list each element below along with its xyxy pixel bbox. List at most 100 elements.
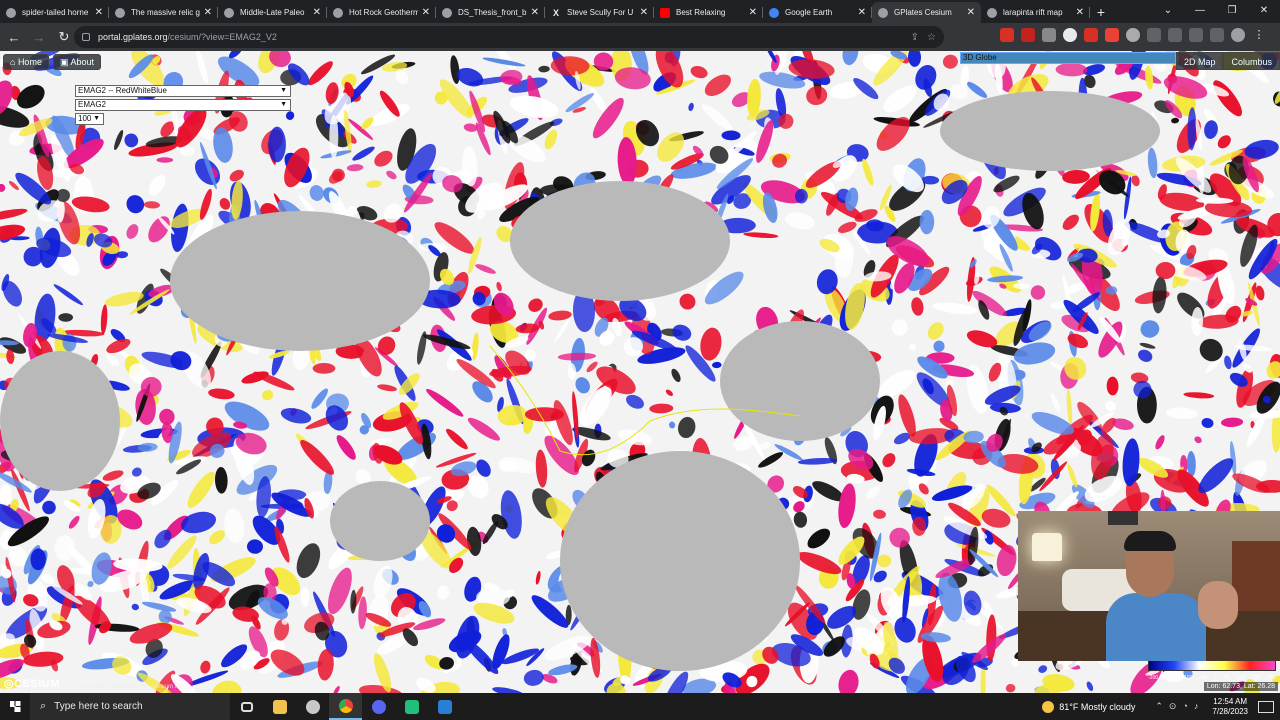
close-window-button[interactable]: ✕ bbox=[1248, 0, 1280, 22]
start-button[interactable] bbox=[0, 693, 30, 720]
globe-icon bbox=[6, 7, 16, 18]
new-tab-button[interactable]: + bbox=[1090, 2, 1112, 23]
tab-title: larapinta rift map bbox=[1003, 8, 1063, 17]
tab-close-icon[interactable]: ✕ bbox=[95, 7, 103, 18]
extension-circle-icon[interactable] bbox=[1063, 28, 1077, 42]
home-button[interactable]: ⌂ Home bbox=[3, 54, 49, 70]
taskbar-pinned-apps bbox=[230, 693, 461, 720]
reading-list-icon[interactable] bbox=[1189, 28, 1203, 42]
about-label: About bbox=[70, 57, 94, 67]
colormap-select[interactable]: EMAG2 -- RedWhiteBlue ▼ bbox=[75, 85, 291, 97]
address-bar[interactable]: portal.gplates.org/cesium/?view=EMAG2_V2… bbox=[74, 26, 944, 48]
tab-1[interactable]: The massive relic g ✕ bbox=[109, 2, 218, 23]
extension-tp-icon[interactable] bbox=[1105, 28, 1119, 42]
mode-button-2d-map[interactable]: 2D Map bbox=[1175, 52, 1224, 70]
legend-tick: 200 bbox=[1267, 675, 1276, 681]
opacity-value: 100 bbox=[78, 114, 92, 123]
tab-7[interactable]: Google Earth ✕ bbox=[763, 2, 872, 23]
legend-tick: 50 bbox=[1223, 675, 1230, 681]
cesium-map-viewport[interactable]: ⌂ Home ▣ About 3D Globe 2D Map Columbus EM… bbox=[0, 51, 1280, 693]
tray-icons[interactable]: ⌃⊙◔♪ bbox=[1155, 701, 1204, 712]
extension-lastpass-icon[interactable] bbox=[1021, 28, 1035, 42]
tab-8[interactable]: GPlates Cesium ✕ bbox=[872, 2, 981, 23]
home-label: Home bbox=[17, 57, 42, 67]
reload-button[interactable]: ↻ bbox=[53, 29, 75, 45]
layer-select[interactable]: EMAG2 ▼ bbox=[75, 99, 291, 111]
webcam-person-hair bbox=[1124, 531, 1176, 551]
taskbar-search-box[interactable]: ⌕ Type here to search bbox=[30, 693, 230, 720]
back-button[interactable]: ← bbox=[3, 30, 25, 45]
extension-pv-icon[interactable] bbox=[1147, 28, 1161, 42]
tab-search-icon[interactable]: ⌄ bbox=[1152, 0, 1184, 22]
tab-0[interactable]: spider-tailed horne ✕ bbox=[0, 2, 109, 23]
weather-text: 81°F Mostly cloudy bbox=[1059, 701, 1136, 712]
extensions-bar: ⋮ bbox=[1000, 28, 1266, 42]
tab-close-icon[interactable]: ✕ bbox=[313, 7, 321, 18]
tab-close-icon[interactable]: ✕ bbox=[1076, 7, 1084, 18]
file-explorer-icon[interactable] bbox=[263, 693, 296, 720]
extension-dot-icon[interactable] bbox=[1126, 28, 1140, 42]
legend-tick: -100 bbox=[1182, 675, 1193, 681]
windows-logo-icon bbox=[9, 701, 21, 712]
tab-close-icon[interactable]: ✕ bbox=[858, 7, 866, 18]
tab-3[interactable]: Hot Rock Geotherm ✕ bbox=[327, 2, 436, 23]
tab-title: Steve Scully For U bbox=[567, 8, 634, 17]
forward-button[interactable]: → bbox=[28, 30, 50, 45]
google-earth-icon bbox=[769, 7, 779, 18]
legend-tick: -150 bbox=[1165, 675, 1176, 681]
cesium-logo[interactable]: ◎CESIUM bbox=[4, 677, 60, 690]
tab-close-icon[interactable]: ✕ bbox=[204, 7, 212, 18]
layer-controls: EMAG2 -- RedWhiteBlue ▼ EMAG2 ▼ 100 ▼ bbox=[75, 85, 291, 127]
weather-widget[interactable]: 81°F Mostly cloudy bbox=[1042, 700, 1136, 713]
profile-avatar[interactable] bbox=[1231, 28, 1245, 42]
tab-close-icon[interactable]: ✕ bbox=[749, 7, 757, 18]
tab-title: DS_Thesis_front_b bbox=[458, 8, 527, 17]
tab-title: Google Earth bbox=[785, 8, 833, 17]
tab-close-icon[interactable]: ✕ bbox=[422, 7, 430, 18]
task-view-icon[interactable] bbox=[230, 693, 263, 720]
maximize-button[interactable]: ❐ bbox=[1216, 0, 1248, 22]
tab-close-icon[interactable]: ✕ bbox=[531, 7, 539, 18]
discord-icon[interactable] bbox=[362, 693, 395, 720]
extension-red-icon[interactable] bbox=[1000, 28, 1014, 42]
tab-6[interactable]: Best Relaxing ✕ bbox=[654, 2, 763, 23]
globe-icon bbox=[442, 7, 452, 18]
extensions-puzzle-icon[interactable] bbox=[1168, 28, 1182, 42]
share-icon[interactable]: ⇪ bbox=[911, 32, 919, 43]
opacity-select[interactable]: 100 ▼ bbox=[75, 113, 104, 125]
tab-2[interactable]: Middle-Late Paleo ✕ bbox=[218, 2, 327, 23]
search-icon: ⌕ bbox=[40, 700, 47, 712]
tab-5[interactable]: X Steve Scully For U ✕ bbox=[545, 2, 654, 23]
windows-taskbar: ⌕ Type here to search 81°F Mostly cloudy… bbox=[0, 693, 1280, 720]
mode-button-3d-globe[interactable]: 3D Globe bbox=[959, 52, 1176, 64]
tab-9[interactable]: larapinta rift map ✕ bbox=[981, 2, 1090, 23]
menu-kebab-icon[interactable]: ⋮ bbox=[1252, 28, 1266, 42]
tab-4[interactable]: DS_Thesis_front_b ✕ bbox=[436, 2, 545, 23]
clock-date: 7/28/2023 bbox=[1212, 706, 1248, 716]
tab-list: spider-tailed horne ✕ The massive relic g ✕… bbox=[0, 2, 1090, 23]
about-button[interactable]: ▣ About bbox=[52, 54, 101, 70]
tab-close-icon[interactable]: ✕ bbox=[967, 7, 975, 18]
tab-title: Middle-Late Paleo bbox=[240, 8, 305, 17]
minimize-button[interactable]: — bbox=[1184, 0, 1216, 22]
taskbar-clock[interactable]: 12:54 AM 7/28/2023 bbox=[1212, 697, 1248, 717]
webcam-dresser bbox=[1232, 541, 1280, 611]
notification-icon[interactable] bbox=[1258, 700, 1274, 713]
chrome-icon[interactable] bbox=[329, 693, 362, 720]
view-mode-buttons: 3D Globe 2D Map Columbus bbox=[959, 52, 1280, 70]
legend-tick: 150 bbox=[1252, 675, 1261, 681]
map-credits[interactable]: Earth Data · Natural Earth · Cesium ion bbox=[78, 684, 183, 690]
app-gear-icon[interactable] bbox=[296, 693, 329, 720]
app-blue-icon[interactable] bbox=[428, 693, 461, 720]
tab-close-icon[interactable]: ✕ bbox=[640, 7, 648, 18]
obs-green-icon[interactable] bbox=[395, 693, 428, 720]
extension-pdf-icon[interactable] bbox=[1084, 28, 1098, 42]
colormap-value: EMAG2 -- RedWhiteBlue bbox=[78, 86, 167, 95]
url-text: portal.gplates.org/cesium/?view=EMAG2_V2 bbox=[98, 32, 277, 42]
extension-gray-icon[interactable] bbox=[1042, 28, 1056, 42]
side-panel-icon[interactable] bbox=[1210, 28, 1224, 42]
globe-icon bbox=[224, 7, 234, 18]
bookmark-star-icon[interactable]: ☆ bbox=[927, 32, 936, 43]
browser-tab-strip: spider-tailed horne ✕ The massive relic g ✕… bbox=[0, 0, 1280, 23]
mode-button-columbus[interactable]: Columbus bbox=[1223, 52, 1280, 70]
